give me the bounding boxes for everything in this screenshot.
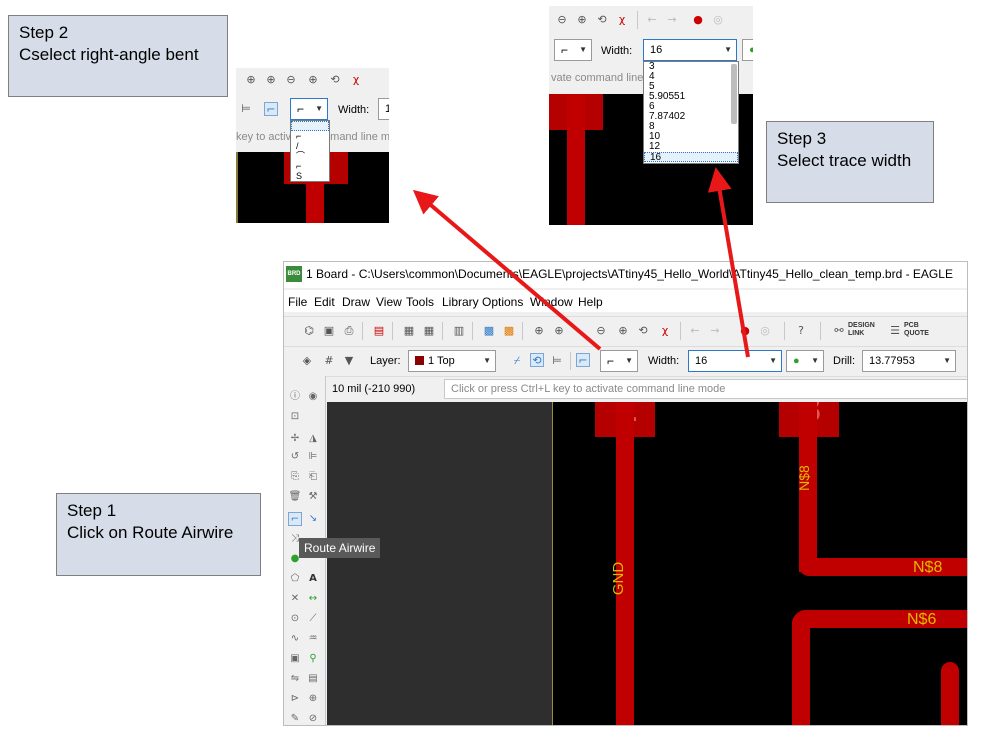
arrow-to-step2 [412, 189, 602, 351]
arrow-to-step3 [707, 167, 750, 358]
arrows-overlay [412, 167, 750, 358]
